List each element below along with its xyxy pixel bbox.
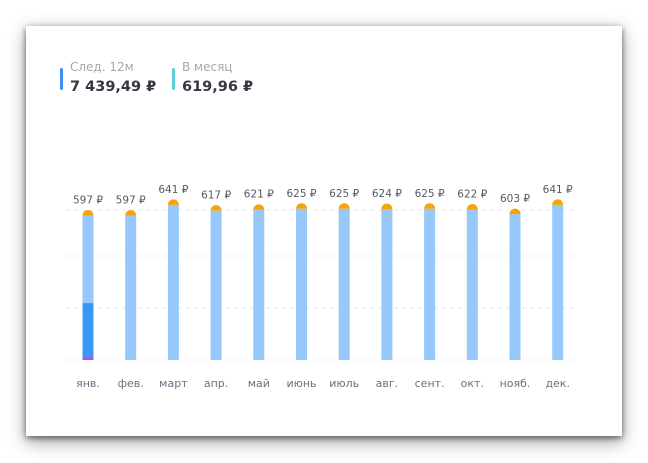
bar-окт.[interactable] xyxy=(466,209,478,360)
category-label-сент.: сент. xyxy=(415,377,445,390)
bar-cap-июль xyxy=(338,203,350,209)
category-label-авг.: авг. xyxy=(376,377,399,390)
bar-апр.[interactable] xyxy=(210,210,222,360)
category-label-янв.: янв. xyxy=(76,377,100,390)
bar-фев.[interactable] xyxy=(125,215,137,360)
bar-cap-дек. xyxy=(552,199,564,205)
value-label-апр.: 617 ₽ xyxy=(201,190,231,202)
bar-cap-апр. xyxy=(210,205,222,211)
bar-cap-фев. xyxy=(125,210,137,216)
category-label-март: март xyxy=(159,377,188,390)
category-label-нояб.: нояб. xyxy=(500,377,531,390)
bar-cap-янв. xyxy=(82,210,94,216)
bar-нояб.[interactable] xyxy=(509,214,521,360)
bar-cap-май xyxy=(253,204,265,210)
category-label-апр.: апр. xyxy=(204,377,228,390)
bar-июнь[interactable] xyxy=(296,208,307,360)
bar-segment-янв. xyxy=(82,303,94,357)
value-label-янв.: 597 ₽ xyxy=(73,195,103,207)
category-label-дек.: дек. xyxy=(545,377,570,390)
category-label-май: май xyxy=(248,377,270,390)
chart-grid xyxy=(66,209,578,361)
bar-segment-янв. xyxy=(82,356,94,360)
value-label-май: 621 ₽ xyxy=(244,189,274,201)
category-label-июль: июль xyxy=(329,377,359,390)
bar-cap-окт. xyxy=(466,203,478,210)
value-label-дек.: 641 ₽ xyxy=(543,184,573,196)
value-label-март: 641 ₽ xyxy=(158,184,188,196)
value-label-окт.: 622 ₽ xyxy=(457,188,487,200)
chart-bars xyxy=(82,199,564,360)
bar-май[interactable] xyxy=(253,209,265,360)
category-label-окт.: окт. xyxy=(461,377,484,390)
bar-дек.[interactable] xyxy=(552,204,564,360)
category-label-фев.: фев. xyxy=(118,377,144,390)
value-label-сент.: 625 ₽ xyxy=(415,188,445,200)
category-label-июнь: июнь xyxy=(286,377,316,390)
bar-авг.[interactable] xyxy=(381,208,393,360)
value-label-июль: 625 ₽ xyxy=(329,188,359,200)
bar-cap-авг. xyxy=(381,203,393,209)
value-label-авг.: 624 ₽ xyxy=(372,188,402,200)
value-label-июнь: 625 ₽ xyxy=(286,188,316,200)
bar-cap-июнь xyxy=(296,203,307,209)
bar-cap-сент. xyxy=(424,203,436,209)
value-label-фев.: 597 ₽ xyxy=(116,195,146,207)
bar-сент.[interactable] xyxy=(424,208,436,360)
chart-labels: 597 ₽ янв. 597 ₽ фев. 641 ₽ март 617 ₽ апр. 621 … xyxy=(73,184,573,390)
value-label-нояб.: 603 ₽ xyxy=(500,193,530,205)
bar-июль[interactable] xyxy=(338,208,350,360)
bar-cap-март xyxy=(167,199,179,205)
bar-cap-нояб. xyxy=(509,208,521,215)
payments-bar-chart: 597 ₽ янв. 597 ₽ фев. 641 ₽ март 617 ₽ апр. 621 … xyxy=(66,184,578,390)
bar-март[interactable] xyxy=(167,204,179,360)
